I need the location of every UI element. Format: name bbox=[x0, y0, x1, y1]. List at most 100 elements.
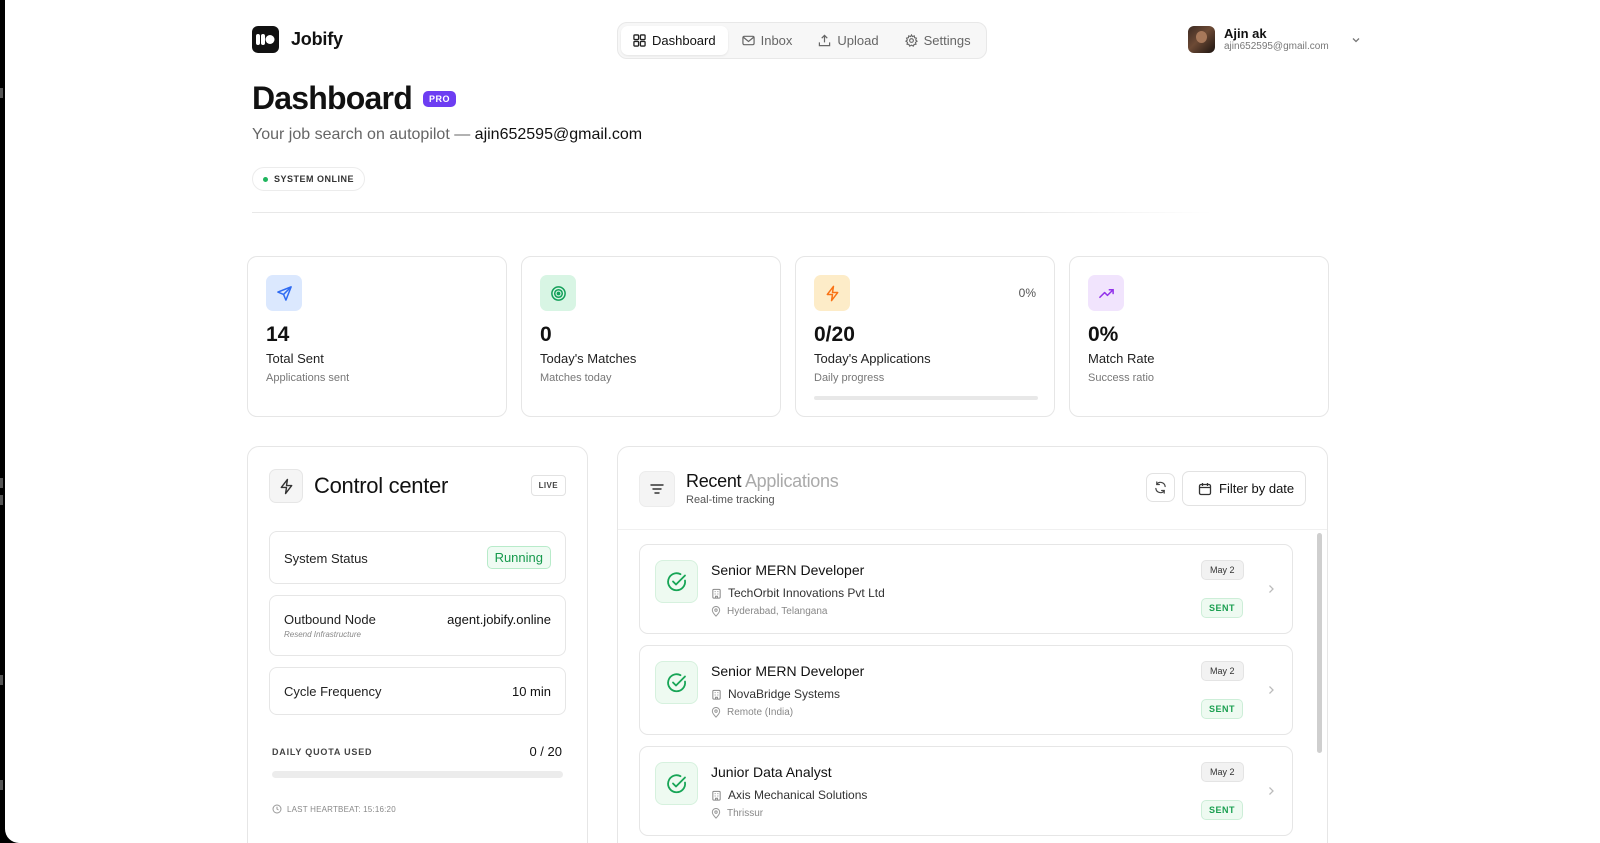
subtitle-text: Your job search on autopilot — bbox=[252, 126, 471, 143]
window-edge-mark bbox=[0, 780, 3, 790]
recent-title-secondary: Applications bbox=[744, 471, 839, 491]
user-menu[interactable]: Ajin ak ajin652595@gmail.com bbox=[1188, 26, 1362, 53]
user-name: Ajin ak bbox=[1224, 26, 1267, 41]
stat-label: Today's Applications bbox=[814, 351, 931, 366]
control-center-title: Control center bbox=[314, 473, 448, 498]
mail-icon bbox=[741, 35, 755, 46]
stat-value: 0 bbox=[540, 323, 552, 346]
building-icon bbox=[712, 689, 721, 700]
map-pin-icon bbox=[711, 606, 721, 617]
date-badge: May 2 bbox=[1201, 661, 1244, 681]
trending-up-icon bbox=[1088, 275, 1124, 311]
map-pin-icon bbox=[711, 808, 721, 819]
job-title: Senior MERN Developer bbox=[711, 663, 865, 679]
filter-by-date-button[interactable]: Filter by date bbox=[1182, 471, 1306, 506]
list-scrollbar[interactable] bbox=[1315, 531, 1324, 843]
job-company: NovaBridge Systems bbox=[711, 687, 840, 701]
building-icon bbox=[712, 790, 721, 801]
scrollbar-thumb[interactable] bbox=[1317, 533, 1322, 753]
chevron-right-icon bbox=[1269, 585, 1274, 593]
cycle-frequency-row: Cycle Frequency 10 min bbox=[269, 667, 566, 715]
company-name: NovaBridge Systems bbox=[728, 687, 841, 701]
status-badge: SENT bbox=[1201, 800, 1244, 820]
outbound-node-value: agent.jobify.online bbox=[447, 612, 551, 627]
company-name: TechOrbit Innovations Pvt Ltd bbox=[728, 586, 885, 600]
user-info: Ajin ak ajin652595@gmail.com bbox=[1224, 26, 1329, 53]
stat-sub: Matches today bbox=[540, 372, 612, 384]
status-dot-icon bbox=[263, 176, 268, 182]
brand-name: Jobify bbox=[291, 29, 343, 49]
check-circle-icon bbox=[655, 661, 698, 704]
main-nav: Dashboard Inbox Upload Settings bbox=[617, 22, 987, 59]
clock-icon bbox=[272, 804, 282, 814]
outbound-node-sub: Resend Infrastructure bbox=[284, 630, 361, 639]
bolt-icon bbox=[269, 469, 303, 503]
nav-settings[interactable]: Settings bbox=[893, 26, 983, 55]
window-edge-mark bbox=[0, 88, 3, 98]
nav-upload[interactable]: Upload bbox=[806, 26, 890, 55]
header-divider bbox=[252, 212, 1212, 213]
calendar-icon bbox=[1198, 482, 1212, 495]
job-company: TechOrbit Innovations Pvt Ltd bbox=[711, 586, 885, 600]
filter-label: Filter by date bbox=[1219, 481, 1295, 496]
location-text: Hyderabad, Telangana bbox=[727, 606, 828, 617]
send-icon bbox=[266, 275, 302, 311]
recent-applications-panel: Recent Applications Real-time tracking F… bbox=[617, 446, 1328, 843]
chevron-down-icon bbox=[1352, 37, 1360, 42]
outbound-node-label: Outbound Node bbox=[284, 612, 376, 627]
refresh-icon bbox=[1155, 481, 1166, 494]
check-circle-icon bbox=[655, 762, 698, 805]
cycle-frequency-value: 10 min bbox=[511, 684, 551, 699]
date-badge: May 2 bbox=[1201, 762, 1244, 782]
dashboard-icon bbox=[633, 34, 646, 47]
quota-label: DAILY QUOTA USED bbox=[272, 747, 373, 757]
job-title: Junior Data Analyst bbox=[711, 764, 832, 780]
nav-label: Dashboard bbox=[652, 33, 716, 48]
outbound-node-row: Outbound Node Resend Infrastructure agen… bbox=[269, 595, 566, 656]
cycle-frequency-label: Cycle Frequency bbox=[284, 684, 382, 699]
page-subtitle: Your job search on autopilot — ajin65259… bbox=[252, 126, 642, 144]
live-badge: LIVE bbox=[530, 475, 566, 496]
nav-label: Settings bbox=[923, 33, 971, 48]
stat-value: 0% bbox=[1088, 323, 1119, 346]
filter-lines-icon bbox=[639, 471, 675, 507]
gear-icon bbox=[904, 34, 918, 47]
status-badge: SENT bbox=[1201, 598, 1244, 618]
date-badge: May 2 bbox=[1201, 560, 1244, 580]
app-window: Jobify Dashboard Inbox Upload Settings A… bbox=[5, 0, 1600, 843]
job-company: Axis Mechanical Solutions bbox=[711, 788, 867, 802]
system-status-label: System Status bbox=[284, 551, 368, 566]
quota-progress-bar bbox=[272, 771, 563, 778]
list-item[interactable]: Junior Data Analyst Axis Mechanical Solu… bbox=[639, 746, 1293, 836]
job-title: Senior MERN Developer bbox=[711, 562, 865, 578]
quota-value: 0 / 20 bbox=[529, 744, 562, 759]
user-email: ajin652595@gmail.com bbox=[1224, 41, 1329, 52]
nav-inbox[interactable]: Inbox bbox=[730, 26, 805, 55]
list-item[interactable]: Senior MERN Developer NovaBridge Systems… bbox=[639, 645, 1293, 735]
list-item[interactable]: Senior MERN Developer TechOrbit Innovati… bbox=[639, 544, 1293, 634]
upload-icon bbox=[819, 34, 831, 47]
status-badge: SENT bbox=[1201, 699, 1244, 719]
location-text: Thrissur bbox=[727, 808, 764, 819]
stat-value: 0/20 bbox=[814, 323, 855, 346]
stat-label: Match Rate bbox=[1088, 351, 1155, 366]
check-circle-icon bbox=[655, 560, 698, 603]
building-icon bbox=[712, 588, 721, 599]
stat-card-todays-applications: 0% 0/20 Today's Applications Daily progr… bbox=[795, 256, 1055, 417]
window-edge-mark bbox=[0, 478, 3, 488]
nav-dashboard[interactable]: Dashboard bbox=[621, 26, 728, 55]
brand-logo[interactable]: Jobify bbox=[252, 26, 343, 53]
page-title: Dashboard bbox=[252, 80, 413, 116]
stat-label: Total Sent bbox=[266, 351, 324, 366]
refresh-button[interactable] bbox=[1146, 473, 1175, 502]
company-name: Axis Mechanical Solutions bbox=[728, 788, 868, 802]
recent-title: Recent Applications bbox=[686, 471, 839, 492]
logo-icon bbox=[252, 26, 279, 53]
window-edge-mark bbox=[0, 675, 3, 685]
stat-card-total-sent: 14 Total Sent Applications sent bbox=[247, 256, 507, 417]
nav-label: Upload bbox=[837, 33, 879, 48]
map-pin-icon bbox=[711, 707, 721, 718]
subtitle-email: ajin652595@gmail.com bbox=[474, 126, 643, 143]
job-location: Thrissur bbox=[711, 808, 763, 819]
stat-card-match-rate: 0% Match Rate Success ratio bbox=[1069, 256, 1329, 417]
